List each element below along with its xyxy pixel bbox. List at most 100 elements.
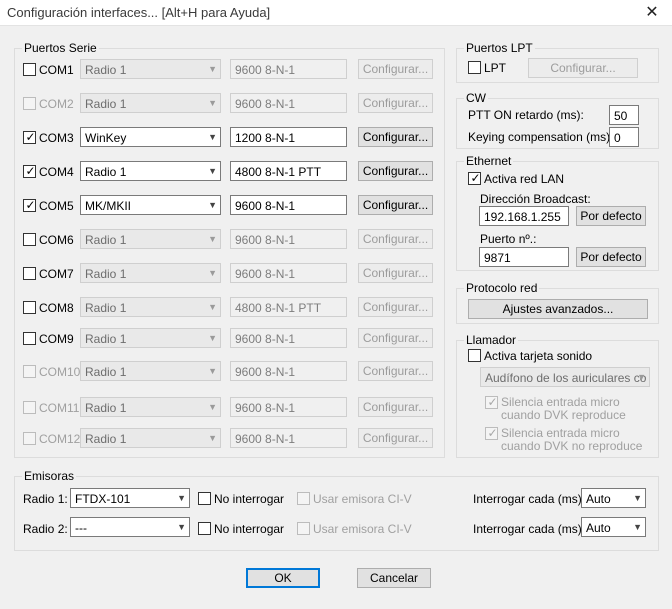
com-speed-field[interactable]: 9600 8-N-1 [230,195,347,215]
com-checkbox[interactable] [23,432,36,445]
com-configure-button[interactable]: Configurar... [358,297,433,317]
com-checkbox[interactable] [23,365,36,378]
broadcast-label: Dirección Broadcast: [480,192,591,206]
activa-tarjeta-sonido-label: Activa tarjeta sonido [484,349,593,363]
radio-1-usar-civ-checkbox[interactable] [297,492,310,505]
radio-2-no-interrogar-checkbox[interactable] [198,522,211,535]
com-speed-field[interactable]: 9600 8-N-1 [230,361,347,381]
keying-compensation-input[interactable]: 0 [609,127,639,147]
com-speed-value: 9600 8-N-1 [235,233,296,247]
activa-tarjeta-sonido-checkbox[interactable] [468,349,481,362]
silencia-dvk-no-reproduce-checkbox[interactable]: ✓ [485,426,498,440]
com-checkbox[interactable] [23,332,36,345]
com-speed-field[interactable]: 9600 8-N-1 [230,229,347,249]
puertos-serie-legend: Puertos Serie [22,41,99,55]
com-radio-dropdown[interactable]: Radio 1 ▼ [80,263,221,283]
radio-1-interrogar-dropdown[interactable]: Auto ▼ [581,488,646,508]
broadcast-default-button[interactable]: Por defecto [576,206,646,226]
com-configure-button[interactable]: Configurar... [358,397,433,417]
com-radio-dropdown[interactable]: MK/MKII ▼ [80,195,221,215]
com-speed-field[interactable]: 4800 8-N-1 PTT [230,161,347,181]
close-icon[interactable]: ✕ [636,2,668,24]
com-checkbox[interactable]: ✓ [23,164,36,178]
com-speed-field[interactable]: 9600 8-N-1 [230,93,347,113]
com-radio-value: Radio 1 [85,301,127,315]
com-speed-field[interactable]: 9600 8-N-1 [230,263,347,283]
com-radio-dropdown[interactable]: Radio 1 ▼ [80,229,221,249]
silencia-dvk-reproduce-checkbox[interactable]: ✓ [485,395,498,409]
com-checkbox[interactable] [23,97,36,110]
com-configure-button[interactable]: Configurar... [358,59,433,79]
chevron-down-icon: ▼ [208,132,217,142]
com-checkbox[interactable] [23,233,36,246]
com-radio-dropdown[interactable]: Radio 1 ▼ [80,59,221,79]
com-configure-button[interactable]: Configurar... [358,195,433,215]
com-speed-field[interactable]: 1200 8-N-1 [230,127,347,147]
window-title: Configuración interfaces... [Alt+H para … [7,5,271,20]
ajustes-avanzados-button[interactable]: Ajustes avanzados... [468,299,648,319]
radio-2-dropdown[interactable]: --- ▼ [70,517,190,537]
ok-button[interactable]: OK [246,568,320,588]
com-configure-button[interactable]: Configurar... [358,93,433,113]
com-radio-dropdown[interactable]: Radio 1 ▼ [80,428,221,448]
check-icon: ✓ [25,164,36,178]
puerto-input[interactable]: 9871 [479,247,569,267]
radio-1-label: Radio 1: [23,492,68,506]
radio-2-no-interrogar-label: No interrogar [214,522,285,536]
ptt-retardo-input[interactable]: 50 [609,105,639,125]
com-speed-value: 1200 8-N-1 [235,131,296,145]
chevron-down-icon: ▼ [633,493,642,503]
broadcast-input[interactable]: 192.168.1.255 [479,206,569,226]
com-label: COM3 [39,131,74,145]
silencia-dvk-reproduce-label: Silencia entrada micro cuando DVK reprod… [501,395,626,422]
com-configure-button[interactable]: Configurar... [358,127,433,147]
lpt-checkbox[interactable] [468,61,481,74]
activa-red-lan-checkbox[interactable]: ✓ [468,171,481,185]
com-speed-field[interactable]: 9600 8-N-1 [230,397,347,417]
activa-red-lan-label: Activa red LAN [484,172,565,186]
com-radio-dropdown[interactable]: Radio 1 ▼ [80,161,221,181]
radio-2-interrogar-dropdown[interactable]: Auto ▼ [581,517,646,537]
protocolo-red-legend: Protocolo red [464,281,540,295]
com-configure-button[interactable]: Configurar... [358,428,433,448]
chevron-down-icon: ▼ [208,98,217,108]
com-speed-field[interactable]: 4800 8-N-1 PTT [230,297,347,317]
check-icon: ✓ [25,130,36,144]
com-speed-value: 9600 8-N-1 [235,267,296,281]
com-checkbox[interactable]: ✓ [23,130,36,144]
com-speed-value: 9600 8-N-1 [235,199,296,213]
cancel-button[interactable]: Cancelar [357,568,431,588]
com-speed-value: 4800 8-N-1 PTT [235,301,322,315]
radio-2-usar-civ-checkbox[interactable] [297,522,310,535]
radio-1-no-interrogar-label: No interrogar [214,492,285,506]
com-configure-button[interactable]: Configurar... [358,361,433,381]
radio-1-no-interrogar-checkbox[interactable] [198,492,211,505]
sound-device-dropdown[interactable]: Audífono de los auriculares co ▼ [480,367,650,387]
com-configure-button[interactable]: Configurar... [358,328,433,348]
com-speed-field[interactable]: 9600 8-N-1 [230,328,347,348]
com-radio-dropdown[interactable]: Radio 1 ▼ [80,297,221,317]
lpt-configure-button[interactable]: Configurar... [528,58,638,78]
com-radio-dropdown[interactable]: WinKey ▼ [80,127,221,147]
com-configure-button[interactable]: Configurar... [358,161,433,181]
com-radio-dropdown[interactable]: Radio 1 ▼ [80,361,221,381]
com-speed-value: 9600 8-N-1 [235,97,296,111]
com-radio-dropdown[interactable]: Radio 1 ▼ [80,328,221,348]
com-checkbox[interactable] [23,301,36,314]
com-checkbox[interactable] [23,401,36,414]
com-speed-field[interactable]: 9600 8-N-1 [230,428,347,448]
keying-compensation-label: Keying compensation (ms): [468,130,614,144]
radio-1-dropdown[interactable]: FTDX-101 ▼ [70,488,190,508]
com-checkbox[interactable]: ✓ [23,198,36,212]
com-checkbox[interactable] [23,63,36,76]
chevron-down-icon: ▼ [208,402,217,412]
com-radio-dropdown[interactable]: Radio 1 ▼ [80,93,221,113]
com-radio-value: Radio 1 [85,97,127,111]
com-radio-dropdown[interactable]: Radio 1 ▼ [80,397,221,417]
com-checkbox[interactable] [23,267,36,280]
com-configure-button[interactable]: Configurar... [358,229,433,249]
check-icon: ✓ [25,198,36,212]
com-configure-button[interactable]: Configurar... [358,263,433,283]
com-speed-field[interactable]: 9600 8-N-1 [230,59,347,79]
puerto-default-button[interactable]: Por defecto [576,247,646,267]
